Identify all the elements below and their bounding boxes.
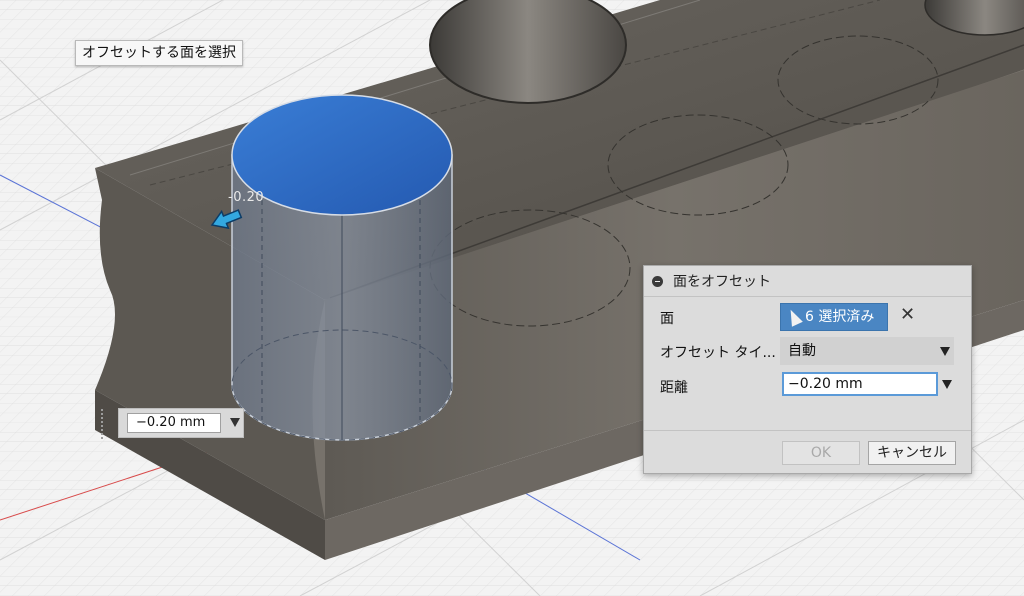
- dialog-footer: OK キャンセル: [644, 430, 971, 465]
- tooltip: オフセットする面を選択: [75, 40, 243, 66]
- face-selection-button[interactable]: 6 選択済み: [780, 303, 888, 331]
- dialog-header[interactable]: 面をオフセット: [644, 266, 971, 297]
- offset-type-row: オフセット タイ... 自動: [644, 335, 973, 365]
- distance-input[interactable]: −0.20 mm: [782, 372, 938, 396]
- distance-label: 距離: [660, 380, 688, 396]
- dialog-title: 面をオフセット: [673, 274, 771, 290]
- offset-face-dialog: 面をオフセット 面 6 選択済み ✕ オフセット タイ... 自動 距離 −0.…: [643, 265, 972, 474]
- collapse-icon[interactable]: [652, 275, 663, 287]
- face-label: 面: [660, 311, 674, 327]
- selected-face[interactable]: [231, 94, 453, 216]
- cursor-icon: [785, 307, 803, 327]
- dimension-label: -0.20: [228, 190, 265, 205]
- face-row: 面 6 選択済み ✕: [644, 301, 973, 331]
- face-selection-text: 6 選択済み: [805, 309, 875, 325]
- offset-type-value: 自動: [788, 343, 816, 359]
- ok-button[interactable]: OK: [782, 441, 860, 465]
- drag-handle[interactable]: [101, 409, 109, 439]
- close-icon[interactable]: ✕: [900, 304, 915, 325]
- canvas-distance-input[interactable]: −0.20 mm: [101, 408, 244, 439]
- canvas-distance-field[interactable]: −0.20 mm: [127, 413, 221, 433]
- chevron-down-icon[interactable]: [230, 418, 240, 427]
- distance-row: 距離 −0.20 mm: [644, 370, 973, 400]
- offset-type-select[interactable]: 自動: [780, 337, 954, 365]
- chevron-down-icon[interactable]: [942, 380, 952, 389]
- chevron-down-icon[interactable]: [940, 347, 950, 356]
- offset-type-label: オフセット タイ...: [660, 345, 776, 361]
- cancel-button[interactable]: キャンセル: [868, 441, 956, 465]
- selected-cylinder[interactable]: [231, 94, 453, 441]
